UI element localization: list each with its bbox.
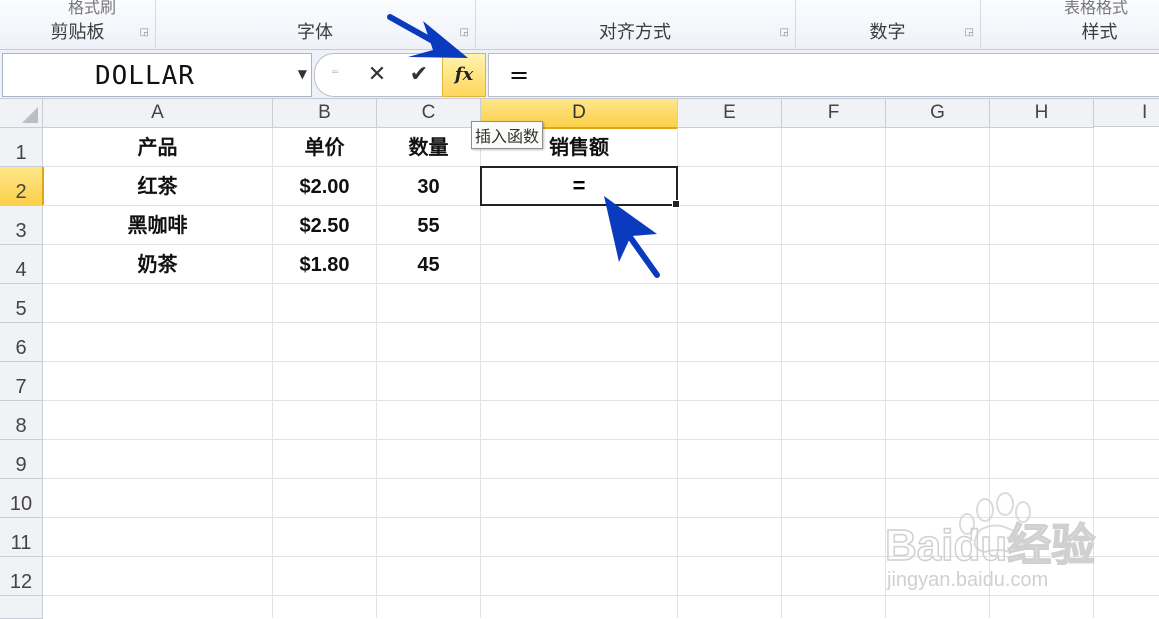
watermark-url: jingyan.baidu.com	[886, 569, 1048, 591]
baidu-watermark: Baidu经验 jingyan.baidu.com	[884, 490, 1155, 600]
arrow-to-fx-icon	[387, 14, 468, 58]
watermark-logo-text: Baidu经验	[885, 521, 1095, 570]
arrow-to-cell-icon	[604, 196, 660, 278]
baidu-paw-logo-icon: Baidu经验 jingyan.baidu.com	[884, 492, 1096, 591]
